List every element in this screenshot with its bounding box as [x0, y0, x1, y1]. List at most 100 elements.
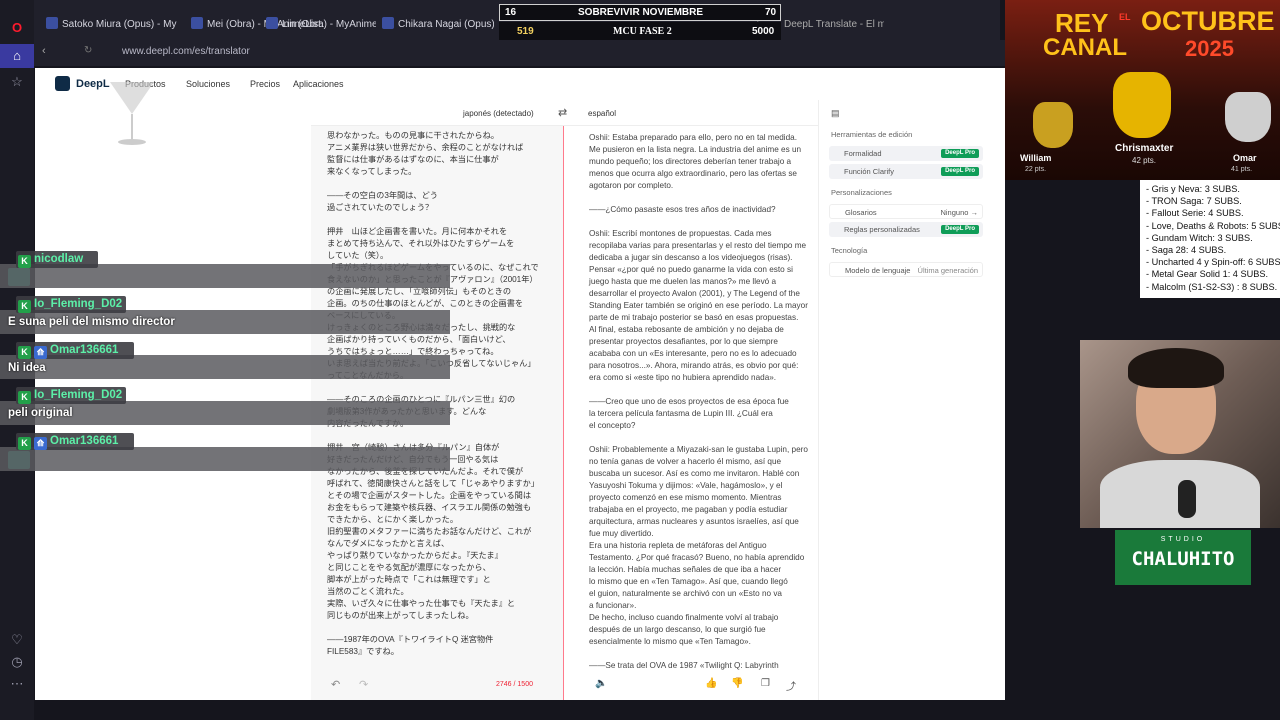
browser-tab[interactable]: Satoko Miura (Opus) - My	[46, 15, 186, 35]
thumbs-down-icon[interactable]: 👎	[731, 678, 743, 689]
formality-label: Formalidad	[844, 149, 882, 158]
pro-badge: DeepL Pro	[941, 167, 979, 176]
language-model-label: Modelo de lenguaje	[845, 266, 911, 275]
language-model-option[interactable]: Modelo de lenguaje Última generación	[829, 262, 983, 277]
custom-rules-option[interactable]: Reglas personalizadas DeepL Pro	[829, 222, 983, 237]
chat-message: E suna peli del mismo director	[8, 316, 175, 328]
subbanner-right-count: 5000	[752, 26, 775, 37]
chat-username: Knicodlaw	[16, 251, 98, 268]
stream-subgoal-banner: 519 MCU FASE 2 5000	[499, 22, 781, 40]
rank2-name: William	[1020, 153, 1052, 163]
subs-goals-list: - Gris y Neva: 3 SUBS. - TRON Saga: 7 SU…	[1140, 180, 1280, 298]
subs-item: - Uncharted 4 y Spin-off: 6 SUBS.	[1146, 257, 1280, 267]
chat-username: K Io_Fleming_D02	[16, 387, 126, 404]
chat-badge-icon: K	[18, 255, 31, 268]
tab-label: Lin (Obra) - MyAnimeList.	[282, 19, 376, 30]
pro-badge: DeepL Pro	[941, 225, 979, 234]
chat-badge-icon: K	[18, 437, 31, 450]
target-lang-select[interactable]: español	[588, 109, 616, 118]
chat-user-name: Io_Fleming_D02	[34, 389, 123, 401]
rey-month: OCTUBRE	[1141, 6, 1275, 36]
avatar	[8, 268, 30, 286]
thumbs-up-icon[interactable]: 👍	[705, 678, 717, 689]
rey-year: 2025	[1185, 36, 1234, 61]
share-icon[interactable]: ⤴	[786, 678, 796, 693]
microphone-icon	[1178, 480, 1196, 518]
nav-aplicaciones[interactable]: Aplicaciones	[293, 79, 344, 89]
nav-soluciones[interactable]: Soluciones	[186, 79, 230, 89]
personalization-heading: Personalizaciones	[831, 188, 892, 197]
more-icon[interactable]: ⋯	[0, 672, 34, 696]
back-icon[interactable]: ‹	[42, 45, 46, 57]
chat-message: peli original	[8, 407, 73, 419]
heart-icon[interactable]: ♡	[0, 628, 34, 652]
browser-tab[interactable]: Chikara Nagai (Opus) - M	[382, 15, 494, 35]
rank1-name: Chrismaxter	[1115, 143, 1174, 154]
deepl-logo-text[interactable]: DeepL	[76, 78, 110, 90]
source-lang-select[interactable]: japonés (detectado)	[463, 109, 534, 118]
chat-username: K ⟰ Omar136661	[16, 342, 134, 359]
banner-left-count: 16	[505, 7, 517, 18]
rey-title-el: EL	[1119, 12, 1131, 22]
clock-icon[interactable]: ◷	[0, 650, 34, 674]
glossaries-option[interactable]: Glosarios Ninguno →	[829, 204, 983, 219]
speaker-icon[interactable]: 🔈	[595, 678, 607, 689]
subs-item: - Saga 28: 4 SUBS.	[1146, 245, 1227, 255]
subs-item: - Gris y Neva: 3 SUBS.	[1146, 184, 1240, 194]
subbanner-title: MCU FASE 2	[613, 26, 672, 37]
clarify-option[interactable]: Función Clarify DeepL Pro	[829, 164, 983, 179]
chat-username: K ⟰ Omar136661	[16, 433, 134, 450]
glossaries-value: Ninguno →	[940, 208, 978, 217]
chat-badge-icon: K	[18, 300, 31, 313]
chat-user-name: nicodlaw	[34, 253, 84, 265]
tab-label: Chikara Nagai (Opus) - M	[398, 19, 494, 30]
redo-icon[interactable]: ↷	[359, 678, 368, 691]
opera-logo-icon[interactable]: O	[0, 16, 34, 40]
copy-icon[interactable]: ❐	[761, 678, 770, 689]
chat-backdrop	[0, 447, 450, 471]
chat-badge-icon: K	[18, 391, 31, 404]
chat-message: Ni idea	[8, 362, 46, 374]
technology-heading: Tecnología	[831, 246, 868, 255]
target-text-pane[interactable]: Oshii: Estaba preparado para ello, pero …	[565, 126, 818, 700]
clarify-label: Función Clarify	[844, 167, 895, 176]
star-icon[interactable]: ☆	[0, 70, 34, 94]
streamer-hair	[1128, 348, 1224, 388]
studio-label: STUDIO	[1160, 536, 1206, 543]
language-model-value: Última generación	[917, 266, 978, 275]
source-text[interactable]: 思わなかった。ものの見事に干されたからね。 アニメ業界は狭い世界だから、余程のこ…	[327, 130, 539, 658]
chat-user-name: Omar136661	[50, 435, 119, 447]
edit-tools-heading: Herramientas de edición	[831, 130, 913, 139]
reload-icon[interactable]: ↻	[84, 45, 92, 56]
screen: O ⌂ ☆ ♡ ◷ ⋯ Satoko Miura (Opus) - My Mei…	[0, 0, 1280, 720]
char-count: 2746 / 1500	[496, 681, 533, 688]
custom-rules-label: Reglas personalizadas	[844, 225, 920, 234]
target-text: Oshii: Estaba preparado para ello, pero …	[589, 133, 808, 670]
browser-tab[interactable]: Lin (Obra) - MyAnimeList.	[266, 15, 376, 35]
glossaries-label: Glosarios	[845, 208, 877, 217]
browser-tab[interactable]: DeepL Translate - El mejo	[784, 15, 884, 35]
home-icon[interactable]: ⌂	[0, 44, 34, 68]
rank1-points: 42 pts.	[1132, 156, 1157, 165]
rank3-name: Omar	[1233, 153, 1257, 163]
wolf-emblem-icon	[1033, 102, 1073, 148]
panel-toggle-icon[interactable]: ▤	[831, 108, 840, 119]
formality-option[interactable]: Formalidad DeepL Pro	[829, 146, 983, 161]
tab-label: DeepL Translate - El mejo	[784, 19, 884, 30]
subs-item: - Malcolm (S1-S2-S3) : 8 SUBS.	[1146, 282, 1278, 292]
deepl-logo-icon[interactable]	[55, 76, 70, 91]
nav-precios[interactable]: Precios	[250, 79, 280, 89]
undo-icon[interactable]: ↶	[331, 678, 340, 691]
url-field[interactable]: www.deepl.com/es/translator	[122, 46, 250, 57]
chat-user-name: Omar136661	[50, 344, 119, 356]
pro-badge: DeepL Pro	[941, 149, 979, 158]
tab-label: Satoko Miura (Opus) - My	[62, 19, 177, 30]
stream-goal-banner: 16 SOBREVIVIR NOVIEMBRE 70	[499, 4, 781, 21]
subs-item: - Fallout Serie: 4 SUBS.	[1146, 208, 1244, 218]
tab-favicon-icon	[46, 17, 58, 29]
wolf-emblem-icon	[1113, 72, 1171, 138]
chat-badge-icon: ⟰	[34, 437, 47, 450]
rank2-points: 22 pts.	[1025, 166, 1047, 173]
swap-lang-icon[interactable]: ⇄	[558, 106, 567, 119]
subs-item: - TRON Saga: 7 SUBS.	[1146, 196, 1242, 206]
